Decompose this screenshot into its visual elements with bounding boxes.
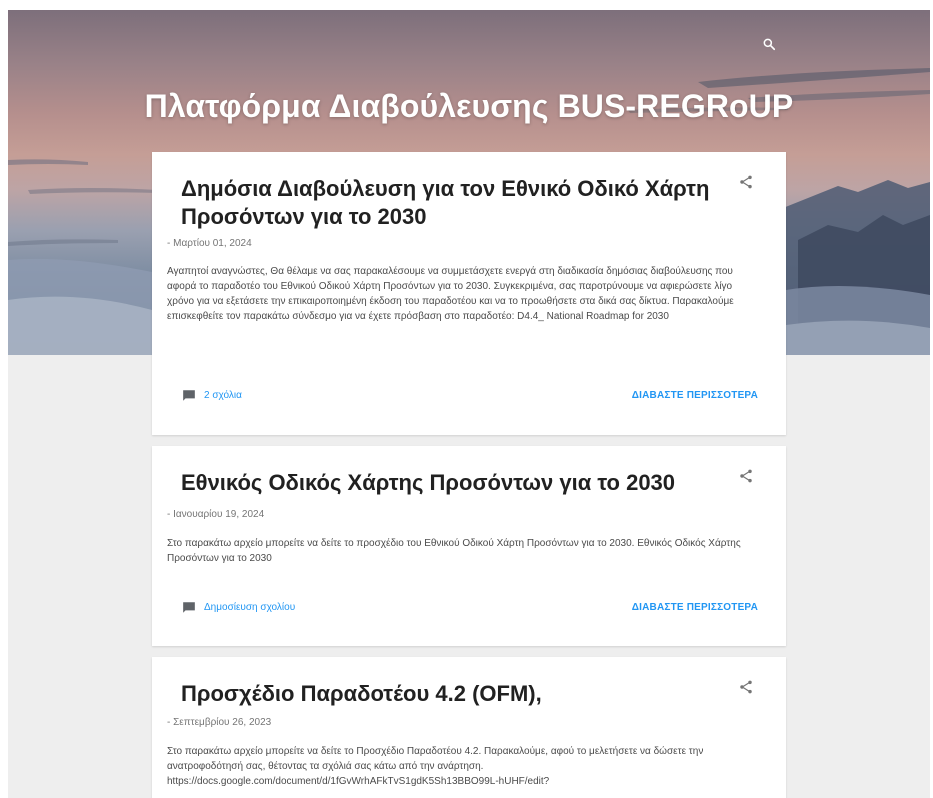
post-card: Εθνικός Οδικός Χάρτης Προσόντων για το 2… [152,446,786,646]
post-title[interactable]: Εθνικός Οδικός Χάρτης Προσόντων για το 2… [181,469,721,497]
comments-link[interactable]: Δημοσίευση σχολίου [182,601,295,614]
read-more-link[interactable]: ΔΙΑΒΑΣΤΕ ΠΕΡΙΣΣΟΤΕΡΑ [632,390,758,401]
post-card: Δημόσια Διαβούλευση για τον Εθνικό Οδικό… [152,152,786,435]
comments-link[interactable]: 2 σχόλια [182,389,242,402]
post-date: - Ιανουαρίου 19, 2024 [167,509,265,520]
comments-count: 2 σχόλια [204,390,242,401]
post-date: - Μαρτίου 01, 2024 [167,238,252,249]
post-footer: 2 σχόλια ΔΙΑΒΑΣΤΕ ΠΕΡΙΣΣΟΤΕΡΑ [182,389,758,405]
blog-title[interactable]: Πλατφόρμα Διαβούλευσης BUS-REGRoUP [8,88,930,125]
post-snippet: Στο παρακάτω αρχείο μπορείτε να δείτε το… [167,538,741,564]
read-more-link[interactable]: ΔΙΑΒΑΣΤΕ ΠΕΡΙΣΣΟΤΕΡΑ [632,602,758,613]
post-title[interactable]: Δημόσια Διαβούλευση για τον Εθνικό Οδικό… [181,175,721,231]
post-comment-label: Δημοσίευση σχολίου [204,602,296,613]
share-icon [740,175,752,189]
comment-icon [183,390,195,401]
share-button[interactable] [736,466,756,486]
comment-icon [183,602,195,613]
post-footer: Δημοσίευση σχολίου ΔΙΑΒΑΣΤΕ ΠΕΡΙΣΣΟΤΕΡΑ [182,601,758,617]
search-icon [763,38,776,51]
post-snippet: Στο παρακάτω αρχείο μπορείτε να δείτε το… [167,746,704,787]
share-button[interactable] [736,172,756,192]
post-date: - Σεπτεμβρίου 26, 2023 [167,717,272,728]
post-snippet: Αγαπητοί αναγνώστες, Θα θέλαμε να σας πα… [167,266,734,322]
share-icon [740,469,752,483]
search-button[interactable] [762,37,784,59]
blog-page: Πλατφόρμα Διαβούλευσης BUS-REGRoUP Δημόσ… [8,10,930,798]
share-icon [740,680,752,694]
post-card: Προσχέδιο Παραδοτέου 4.2 (OFM), - Σεπτεμ… [152,657,786,798]
share-button[interactable] [736,677,756,697]
post-title[interactable]: Προσχέδιο Παραδοτέου 4.2 (OFM), [181,680,721,708]
